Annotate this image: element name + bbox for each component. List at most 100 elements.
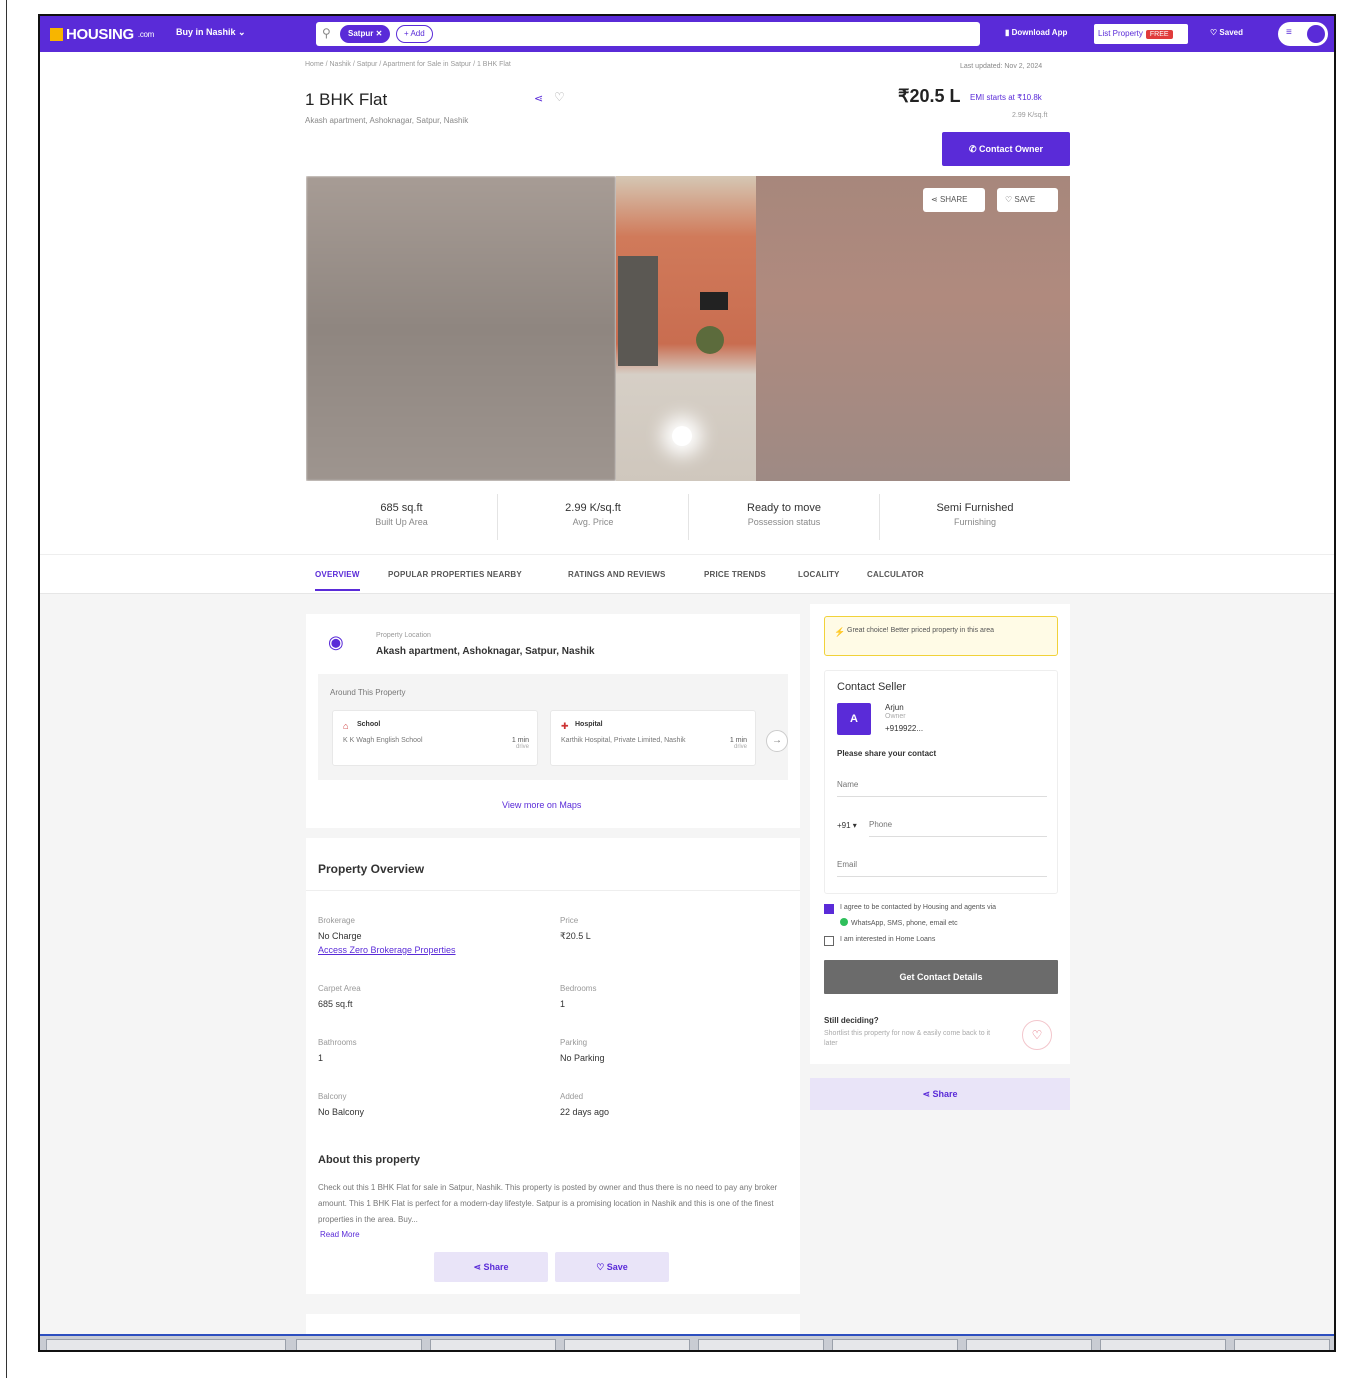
- taskbar-item[interactable]: [1234, 1339, 1330, 1350]
- taskbar-item[interactable]: [1100, 1339, 1226, 1350]
- home-loan-checkbox[interactable]: I am interested in Home Loans: [824, 936, 935, 946]
- field-parking: Parking No Parking: [560, 1038, 605, 1063]
- taskbar-item[interactable]: [46, 1339, 286, 1350]
- taskbar-item[interactable]: [966, 1339, 1092, 1350]
- housing-logo[interactable]: HOUSING .com: [50, 25, 154, 43]
- about-heading: About this property: [318, 1154, 421, 1166]
- stat-avg-price: 2.99 K/sq.ft Avg. Price: [497, 494, 688, 540]
- gallery-share-button[interactable]: ⋖ SHARE: [923, 188, 985, 212]
- contact-owner-button[interactable]: ✆ Contact Owner: [942, 132, 1070, 166]
- gallery-save-button[interactable]: ♡ SAVE: [997, 188, 1058, 212]
- list-property-button[interactable]: List Property FREE: [1094, 24, 1188, 44]
- tab-overview[interactable]: OVERVIEW: [315, 570, 360, 591]
- stat-furnishing: Semi Furnished Furnishing: [879, 494, 1070, 540]
- field-brokerage: Brokerage No Charge Access Zero Brokerag…: [318, 916, 456, 955]
- search-chip-satpur[interactable]: Satpur ✕: [340, 25, 391, 43]
- email-input[interactable]: [837, 853, 1047, 877]
- taskbar-item[interactable]: [430, 1339, 556, 1350]
- overview-share-button[interactable]: ⋖ Share: [434, 1252, 548, 1282]
- chevron-down-icon: ⌄: [238, 27, 246, 37]
- share-icon: ⋖: [931, 195, 938, 204]
- country-code-select[interactable]: +91 ▾: [837, 821, 857, 830]
- location-card: ◉ Property Location Akash apartment, Ash…: [306, 614, 800, 828]
- around-property: Around This Property ⌂ School K K Wagh E…: [318, 674, 788, 780]
- side-share-button[interactable]: ⋖ Share: [810, 1078, 1070, 1110]
- property-address: Akash apartment, Ashoknagar, Satpur, Nas…: [305, 116, 469, 125]
- next-arrow-icon[interactable]: →: [766, 730, 788, 752]
- overview-save-button[interactable]: ♡ Save: [555, 1252, 669, 1282]
- tab-price-trends[interactable]: PRICE TRENDS: [704, 570, 766, 579]
- photo-detail: [618, 256, 658, 366]
- zero-brokerage-link[interactable]: Access Zero Brokerage Properties: [318, 945, 456, 955]
- gallery-photo-right[interactable]: [756, 176, 1070, 481]
- poi-card[interactable]: ✚ Hospital Karthik Hospital, Private Lim…: [550, 710, 756, 766]
- photo-gallery[interactable]: ⋖ SHARE ♡ SAVE: [306, 176, 1070, 481]
- gallery-photo-main[interactable]: [616, 176, 756, 481]
- page-title: 1 BHK Flat: [305, 90, 388, 109]
- section-tabs: OVERVIEW POPULAR PROPERTIES NEARBY RATIN…: [40, 554, 1334, 594]
- gallery-photo-left[interactable]: [306, 176, 616, 481]
- field-balcony: Balcony No Balcony: [318, 1092, 365, 1117]
- contact-seller-panel: ⚡ Great choice! Better priced property i…: [810, 604, 1070, 1064]
- divider: [306, 890, 800, 891]
- photo-detail: [700, 292, 728, 310]
- taskbar-item[interactable]: [698, 1339, 824, 1350]
- tab-locality[interactable]: LOCALITY: [798, 570, 840, 579]
- property-price: ₹20.5 L: [898, 86, 961, 106]
- agree-checkbox[interactable]: I agree to be contacted by Housing and a…: [824, 904, 996, 914]
- price-per-sqft: 2.99 K/sq.ft: [1012, 112, 1048, 119]
- photo-detail: [696, 326, 724, 354]
- phone-input[interactable]: [869, 813, 1047, 837]
- city-dropdown[interactable]: Buy in Nashik ⌄: [176, 27, 246, 38]
- share-icon[interactable]: ⋖: [534, 92, 543, 105]
- tab-calculator[interactable]: CALCULATOR: [867, 570, 924, 579]
- field-bedrooms: Bedrooms 1: [560, 984, 597, 1009]
- seller-phone: +919922...: [885, 724, 924, 733]
- contact-seller-form: Contact Seller A Arjun Owner +919922... …: [824, 670, 1058, 894]
- hamburger-icon: ≡: [1286, 27, 1292, 38]
- stat-possession: Ready to move Possession status: [688, 494, 879, 540]
- search-bar[interactable]: ⚲ Satpur ✕ + Add: [316, 22, 980, 46]
- phone-icon: ▮: [1005, 28, 1010, 37]
- property-overview-card: Property Overview Brokerage No Charge Ac…: [306, 838, 800, 1294]
- breadcrumb[interactable]: Home / Nashik / Satpur / Apartment for S…: [305, 61, 511, 68]
- seller-role: Owner: [885, 713, 906, 720]
- share-icon: ⋖: [473, 1262, 481, 1272]
- account-menu[interactable]: ≡: [1278, 22, 1328, 46]
- emi-link[interactable]: EMI starts at ₹10.8k: [970, 93, 1042, 102]
- field-carpet-area: Carpet Area 685 sq.ft: [318, 984, 361, 1009]
- shortlist-heart-icon[interactable]: ♡: [1022, 1020, 1052, 1050]
- share-icon: ⋖: [922, 1089, 930, 1099]
- photo-detail: [672, 426, 692, 446]
- heart-icon[interactable]: ♡: [554, 90, 565, 104]
- tab-popular-properties[interactable]: POPULAR PROPERTIES NEARBY: [388, 570, 522, 579]
- hospital-icon: ✚: [561, 721, 569, 731]
- avatar: [1307, 25, 1325, 43]
- view-more-maps-link[interactable]: View more on Maps: [502, 800, 581, 810]
- location-pin-icon: ◉: [328, 632, 344, 652]
- download-app-button[interactable]: ▮ Download App: [1005, 28, 1067, 37]
- name-input[interactable]: [837, 773, 1047, 797]
- taskbar-item[interactable]: [564, 1339, 690, 1350]
- browser-viewport: HOUSING .com Buy in Nashik ⌄ ⚲ Satpur ✕ …: [38, 14, 1336, 1352]
- search-add-chip[interactable]: + Add: [396, 25, 433, 43]
- checkbox-checked[interactable]: [824, 904, 834, 914]
- window-border: [6, 0, 7, 1378]
- read-more-link[interactable]: Read More: [320, 1230, 360, 1239]
- field-added: Added 22 days ago: [560, 1092, 610, 1117]
- whatsapp-text: WhatsApp, SMS, phone, email etc: [840, 918, 958, 927]
- saved-button[interactable]: ♡ Saved: [1210, 28, 1243, 37]
- taskbar-item[interactable]: [832, 1339, 958, 1350]
- location-address: Akash apartment, Ashoknagar, Satpur, Nas…: [376, 646, 595, 657]
- top-navbar: HOUSING .com Buy in Nashik ⌄ ⚲ Satpur ✕ …: [40, 16, 1334, 52]
- taskbar-item[interactable]: [296, 1339, 422, 1350]
- seller-name: Arjun: [885, 703, 904, 712]
- last-updated: Last updated: Nov 2, 2024: [960, 63, 1043, 70]
- checkbox-unchecked[interactable]: [824, 936, 834, 946]
- tab-ratings-reviews[interactable]: RATINGS AND REVIEWS: [568, 570, 666, 579]
- get-contact-details-button[interactable]: Get Contact Details: [824, 960, 1058, 994]
- field-price: Price ₹20.5 L: [560, 916, 591, 941]
- heart-icon: ♡: [1210, 28, 1218, 37]
- poi-card[interactable]: ⌂ School K K Wagh English School 1 min dr…: [332, 710, 538, 766]
- free-badge: FREE: [1145, 30, 1173, 39]
